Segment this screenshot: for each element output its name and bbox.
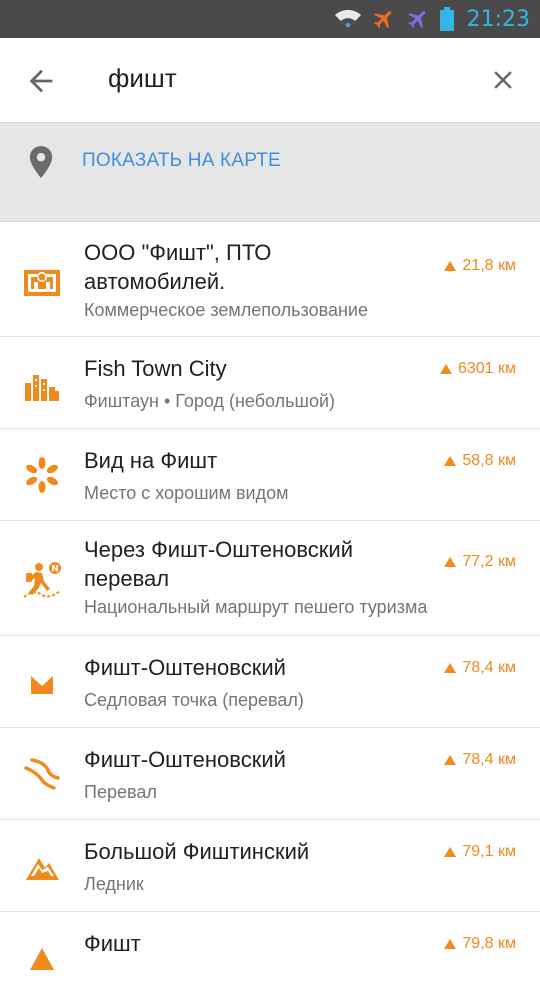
list-item[interactable]: Fish Town City Фиштаун • Город (небольшо… xyxy=(0,337,540,429)
distance-label: 79,8 км xyxy=(462,935,516,952)
distance-badge: 6301 км xyxy=(439,360,516,378)
show-on-map-label: ПОКАЗАТЬ НА КАРТЕ xyxy=(82,150,281,171)
list-item[interactable]: ООО "Фишт", ПТО автомобилей. Коммерческо… xyxy=(0,222,540,337)
distance-label: 6301 км xyxy=(457,360,516,377)
saddle-icon xyxy=(31,676,53,694)
result-subtitle: Коммерческое землепользование xyxy=(84,300,368,320)
distance-badge: 21,8 км xyxy=(444,257,516,275)
result-subtitle: Ледник xyxy=(84,874,144,894)
city-buildings-icon xyxy=(25,375,59,401)
list-item[interactable]: Фишт-Оштеновский Седловая точка (перевал… xyxy=(0,636,540,728)
result-subtitle: Национальный маршрут пешего туризма xyxy=(84,597,428,617)
peak-icon xyxy=(30,948,54,970)
map-pin-icon xyxy=(29,146,53,178)
list-item[interactable]: Фишт-Оштеновский Перевал 78,4 км xyxy=(0,728,540,820)
battery-icon xyxy=(439,7,454,31)
list-item[interactable]: Большой Фиштинский Ледник 79,1 км xyxy=(0,820,540,912)
airplane-mode-icon xyxy=(373,11,391,29)
search-results-list: ООО "Фишт", ПТО автомобилей. Коммерческо… xyxy=(0,222,540,1003)
wifi-icon xyxy=(334,9,361,28)
close-icon[interactable] xyxy=(488,65,518,95)
viewpoint-icon xyxy=(26,457,58,493)
list-item[interactable]: Фишт 79,8 км xyxy=(0,912,540,1003)
search-input[interactable]: фишт xyxy=(108,63,177,94)
direction-arrow-icon xyxy=(444,755,457,765)
distance-badge: 78,4 км xyxy=(444,659,516,677)
result-title: Фишт-Оштеновский xyxy=(84,655,286,680)
back-arrow-icon[interactable] xyxy=(24,64,58,98)
result-subtitle: Место с хорошим видом xyxy=(84,483,289,503)
glacier-icon xyxy=(26,858,59,880)
result-title: Фишт xyxy=(84,931,141,956)
airplane-icon xyxy=(407,11,425,29)
result-title: Через Фишт-Оштеновский перевал xyxy=(84,537,354,591)
distance-label: 58,8 км xyxy=(462,452,516,469)
distance-label: 77,2 км xyxy=(462,553,516,570)
result-subtitle: Перевал xyxy=(84,782,157,802)
result-subtitle: Фиштаун • Город (небольшой) xyxy=(84,391,336,411)
mountain-pass-icon xyxy=(24,758,60,790)
industrial-site-icon xyxy=(24,270,60,296)
distance-label: 21,8 км xyxy=(462,257,516,274)
result-title: Fish Town City xyxy=(84,356,227,381)
result-title: Вид на Фишт xyxy=(84,448,218,473)
distance-label: 78,4 км xyxy=(462,751,516,768)
distance-badge: 77,2 км xyxy=(444,553,516,571)
hiking-route-icon: N xyxy=(23,562,61,598)
result-title: Большой Фиштинский xyxy=(84,839,310,864)
result-title: ООО "Фишт", ПТО автомобилей. xyxy=(84,240,272,294)
status-time: 21:23 xyxy=(466,6,530,32)
direction-arrow-icon xyxy=(444,456,457,466)
direction-arrow-icon xyxy=(444,847,457,857)
distance-badge: 79,8 км xyxy=(444,935,516,953)
direction-arrow-icon xyxy=(444,663,457,673)
result-title: Фишт-Оштеновский xyxy=(84,747,286,772)
status-bar: 21:23 xyxy=(0,0,540,38)
search-bar: фишт xyxy=(0,38,540,123)
distance-badge: 78,4 км xyxy=(444,751,516,769)
direction-arrow-icon xyxy=(439,364,452,374)
direction-arrow-icon xyxy=(444,557,457,567)
list-item[interactable]: N Через Фишт-Оштеновский перевал Национа… xyxy=(0,521,540,636)
direction-arrow-icon xyxy=(444,261,457,271)
distance-badge: 58,8 км xyxy=(444,452,516,470)
result-subtitle: Седловая точка (перевал) xyxy=(84,690,304,710)
distance-label: 79,1 км xyxy=(462,843,516,860)
direction-arrow-icon xyxy=(444,939,457,949)
show-on-map-button[interactable]: ПОКАЗАТЬ НА КАРТЕ xyxy=(0,123,540,222)
distance-badge: 79,1 км xyxy=(444,843,516,861)
svg-text:N: N xyxy=(51,565,59,575)
list-item[interactable]: Вид на Фишт Место с хорошим видом 58,8 к… xyxy=(0,429,540,521)
distance-label: 78,4 км xyxy=(462,659,516,676)
